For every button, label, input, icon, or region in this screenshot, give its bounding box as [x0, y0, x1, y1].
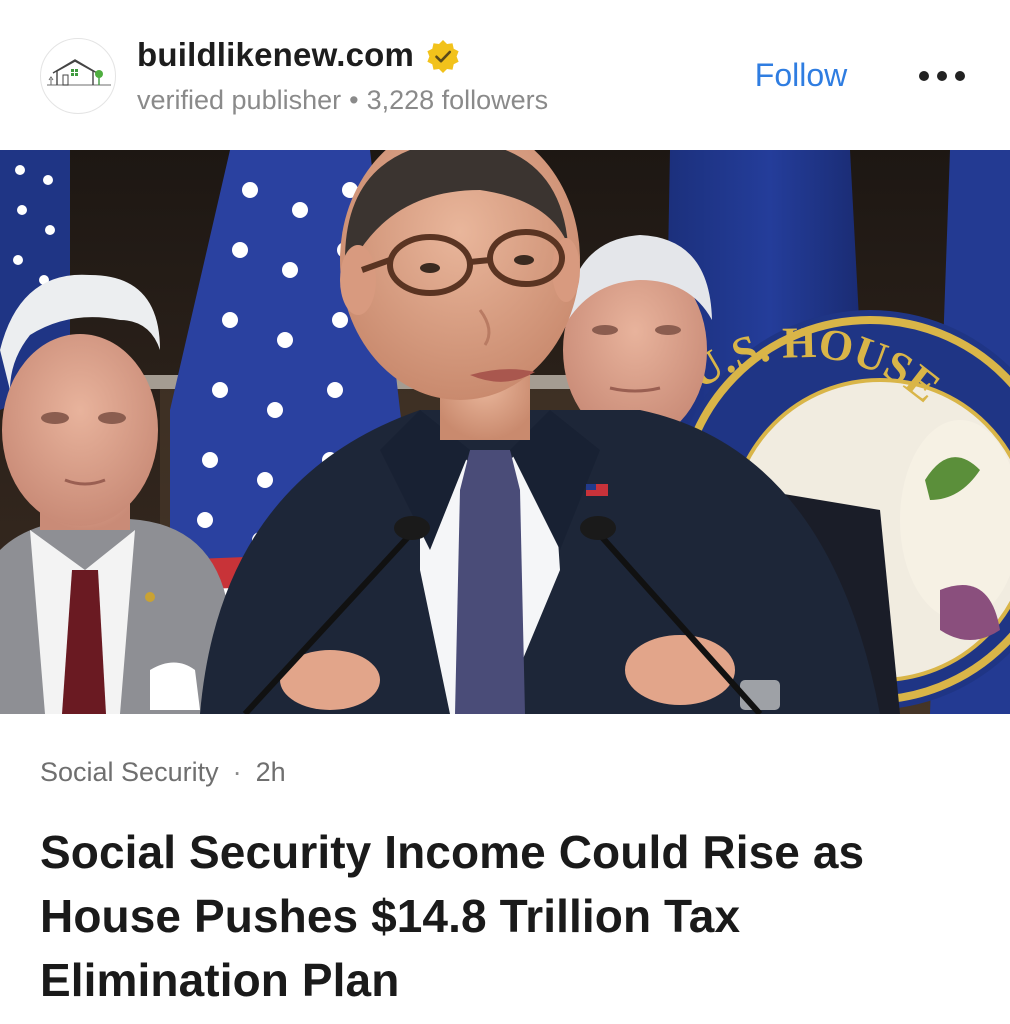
- hero-illustration: U.S. HOUSE: [0, 150, 1010, 714]
- publisher-header: buildlikenew.com verified publisher • 3,22…: [0, 0, 1010, 150]
- publisher-name[interactable]: buildlikenew.com: [137, 36, 414, 74]
- verified-badge-icon: [427, 40, 459, 73]
- article-headline[interactable]: Social Security Income Could Rise as Hou…: [40, 820, 970, 1012]
- house-logo-icon: [47, 59, 111, 86]
- publisher-avatar[interactable]: [40, 38, 116, 114]
- verified-label: verified publisher: [137, 85, 342, 115]
- article-time: 2h: [255, 757, 286, 787]
- article-meta: Social Security · 2h: [40, 757, 286, 788]
- publisher-meta: verified publisher • 3,228 followers: [137, 85, 548, 116]
- meta-dot: ·: [232, 757, 242, 787]
- more-options-button[interactable]: [910, 56, 974, 96]
- followers-count: 3,228 followers: [366, 85, 549, 115]
- more-options-icon: [919, 71, 965, 81]
- meta-separator: •: [349, 85, 359, 115]
- hero-image[interactable]: U.S. HOUSE: [0, 150, 1010, 714]
- article-category[interactable]: Social Security: [40, 757, 219, 787]
- follow-button[interactable]: Follow: [736, 52, 866, 98]
- feed-card[interactable]: buildlikenew.com verified publisher • 3,22…: [0, 0, 1010, 1024]
